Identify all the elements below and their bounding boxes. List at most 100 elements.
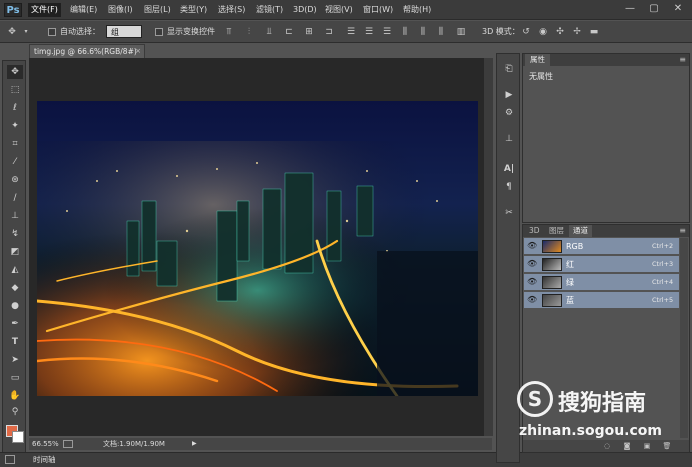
healing-icon[interactable]: ⊛ — [7, 173, 23, 187]
background-color-swatch[interactable] — [12, 431, 24, 443]
zoom-icon[interactable]: ⚲ — [7, 405, 23, 419]
tool-preset-icon[interactable]: ✥ — [6, 26, 18, 38]
distribute-bottom-icon[interactable]: ☰ — [381, 26, 393, 38]
distribute-hcenter-icon[interactable]: ⫼ — [417, 26, 429, 38]
eyedropper-icon[interactable]: ⁄ — [7, 155, 23, 169]
timeline-label[interactable]: 时间轴 — [33, 454, 56, 465]
doc-info: 文档:1.90M/1.90M — [103, 440, 165, 448]
menu-view[interactable]: 视图(V) — [322, 3, 356, 17]
dodge-icon[interactable]: ● — [7, 299, 23, 313]
eye-icon[interactable]: 👁 — [527, 295, 537, 305]
distribute-right-icon[interactable]: ⫼ — [435, 26, 447, 38]
3d-slide-icon[interactable]: ✢ — [571, 26, 583, 38]
panel-menu-icon[interactable]: ≡ — [679, 54, 686, 66]
align-vcenter-icon[interactable]: ⫶ — [243, 26, 255, 38]
rectangle-icon[interactable]: ▭ — [7, 371, 23, 385]
distribute-left-icon[interactable]: ⫼ — [399, 26, 411, 38]
distribute-vcenter-icon[interactable]: ☰ — [363, 26, 375, 38]
align-top-icon[interactable]: ⫪ — [223, 26, 235, 38]
tools-panel: ✥ ⬚ ℓ ✦ ⌗ ⁄ ⊛ ∕ ⊥ ↯ ◩ ◭ ◆ ● ✒ T ➤ ▭ ✋ ⚲ — [2, 60, 26, 464]
brush-icon[interactable]: ∕ — [7, 191, 23, 205]
adjust-icon[interactable]: ⚙ — [501, 106, 517, 120]
auto-align-icon[interactable]: ▥ — [455, 26, 467, 38]
eye-icon[interactable]: 👁 — [527, 259, 537, 269]
delete-channel-icon[interactable]: 🗑 — [661, 440, 673, 452]
timeline-icon[interactable] — [5, 455, 15, 464]
show-transform-checkbox[interactable] — [155, 28, 163, 36]
menu-edit[interactable]: 编辑(E) — [67, 3, 100, 17]
close-tab-icon[interactable]: × — [135, 45, 141, 58]
auto-select-label: 自动选择： — [60, 27, 100, 36]
history-icon[interactable]: ⎗ — [501, 62, 517, 76]
channel-shortcut: Ctrl+3 — [652, 260, 674, 268]
align-right-icon[interactable]: ⊐ — [323, 26, 335, 38]
menu-image[interactable]: 图像(I) — [105, 3, 136, 17]
marquee-icon[interactable]: ⬚ — [7, 83, 23, 97]
channels-scrollbar[interactable] — [680, 238, 688, 438]
channel-row-blue[interactable]: 👁 蓝 Ctrl+5 — [524, 292, 679, 309]
history-brush-icon[interactable]: ↯ — [7, 227, 23, 241]
status-icon[interactable] — [63, 440, 73, 448]
tab-channels[interactable]: 通道 — [569, 225, 592, 237]
status-arrow-icon[interactable]: ▶ — [192, 438, 197, 450]
character-icon[interactable]: A| — [501, 162, 517, 176]
blur-icon[interactable]: ◆ — [7, 281, 23, 295]
eye-icon[interactable]: 👁 — [527, 241, 537, 251]
channel-row-rgb[interactable]: 👁 RGB Ctrl+2 — [524, 238, 679, 255]
vertical-scrollbar[interactable] — [484, 58, 493, 436]
align-hcenter-icon[interactable]: ⊞ — [303, 26, 315, 38]
stamp-icon[interactable]: ⊥ — [7, 209, 23, 223]
crop-icon[interactable]: ⌗ — [7, 137, 23, 151]
3d-roll-icon[interactable]: ◉ — [537, 26, 549, 38]
new-channel-icon[interactable]: ▣ — [641, 440, 653, 452]
3d-rotate-icon[interactable]: ↺ — [520, 26, 532, 38]
city-night-photo[interactable] — [37, 101, 478, 396]
channel-shortcut: Ctrl+4 — [652, 278, 674, 286]
zoom-level[interactable]: 66.55% — [32, 438, 59, 450]
restore-button[interactable]: ▢ — [644, 2, 664, 16]
show-transform-label: 显示变换控件 — [167, 27, 215, 36]
close-button[interactable]: ✕ — [668, 2, 688, 16]
menu-help[interactable]: 帮助(H) — [400, 3, 434, 17]
eraser-icon[interactable]: ◩ — [7, 245, 23, 259]
minimize-button[interactable]: — — [620, 2, 640, 16]
channel-row-green[interactable]: 👁 绿 Ctrl+4 — [524, 274, 679, 291]
document-tab[interactable]: timg.jpg @ 66.6%(RGB/8#) × — [29, 44, 145, 58]
menu-layer[interactable]: 图层(L) — [141, 3, 174, 17]
tab-properties[interactable]: 属性 — [525, 54, 550, 66]
distribute-top-icon[interactable]: ☰ — [345, 26, 357, 38]
hand-icon[interactable]: ✋ — [7, 389, 23, 403]
gradient-icon[interactable]: ◭ — [7, 263, 23, 277]
align-bottom-icon[interactable]: ⫫ — [263, 26, 275, 38]
magic-wand-icon[interactable]: ✦ — [7, 119, 23, 133]
auto-select-checkbox[interactable] — [48, 28, 56, 36]
align-left-icon[interactable]: ⊏ — [283, 26, 295, 38]
eye-icon[interactable]: 👁 — [527, 277, 537, 287]
load-selection-icon[interactable]: ◌ — [601, 440, 613, 452]
save-selection-icon[interactable]: ◙ — [621, 440, 633, 452]
actions-icon[interactable]: ▶ — [501, 88, 517, 102]
menu-3d[interactable]: 3D(D) — [290, 3, 320, 17]
3d-scale-icon[interactable]: ▬ — [588, 26, 600, 38]
paragraph-icon[interactable]: ¶ — [501, 180, 517, 194]
stamp-panel-icon[interactable]: ⊥ — [501, 132, 517, 146]
tab-layers[interactable]: 图层 — [545, 225, 568, 237]
channels-menu-icon[interactable]: ≡ — [679, 225, 686, 237]
type-icon[interactable]: T — [7, 335, 23, 349]
menu-type[interactable]: 类型(Y) — [177, 3, 210, 17]
path-select-icon[interactable]: ➤ — [7, 353, 23, 367]
3d-pan-icon[interactable]: ✣ — [554, 26, 566, 38]
menu-file[interactable]: 文件(F) — [28, 3, 61, 17]
menu-select[interactable]: 选择(S) — [215, 3, 248, 17]
channel-row-red[interactable]: 👁 红 Ctrl+3 — [524, 256, 679, 273]
auto-select-dropdown[interactable]: 组 — [106, 25, 142, 38]
tab-3d[interactable]: 3D — [525, 225, 544, 237]
move-icon[interactable]: ✥ — [7, 65, 23, 79]
pen-icon[interactable]: ✒ — [7, 317, 23, 331]
tools-preset-icon[interactable]: ✂ — [501, 206, 517, 220]
chevron-down-icon[interactable]: ▾ — [20, 26, 32, 38]
menu-window[interactable]: 窗口(W) — [360, 3, 396, 17]
channel-thumbnail — [542, 240, 562, 253]
menu-filter[interactable]: 滤镜(T) — [253, 3, 286, 17]
lasso-icon[interactable]: ℓ — [7, 101, 23, 115]
